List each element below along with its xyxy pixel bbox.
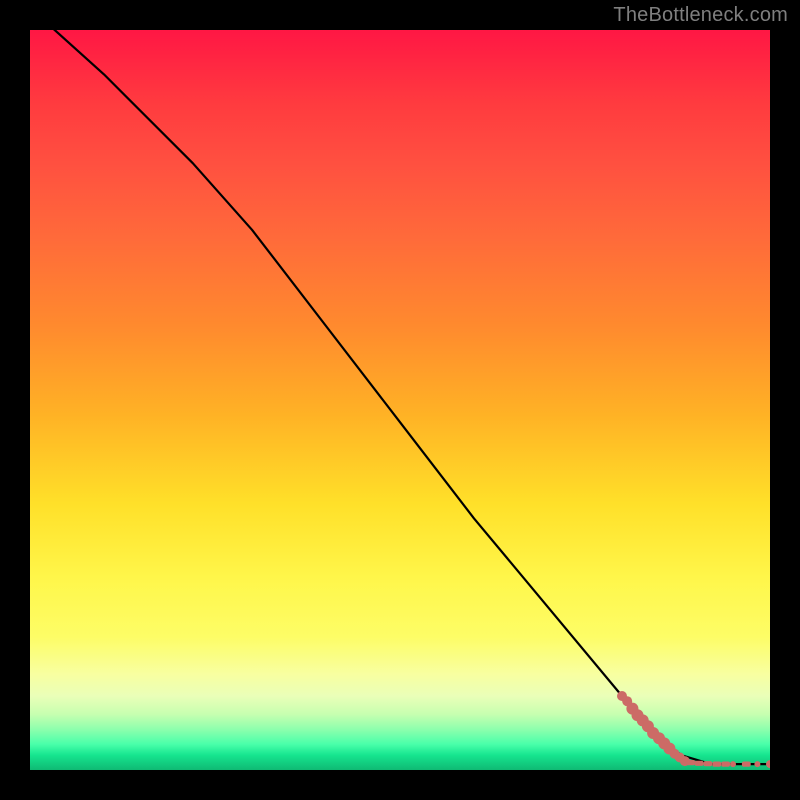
chart-dot [742,762,751,767]
chart-plot-area [30,30,770,770]
chart-dots-series [617,691,770,768]
chart-dot [695,761,704,766]
chart-svg [30,30,770,770]
chart-dot [703,761,712,766]
chart-dot [721,762,730,767]
watermark-text: TheBottleneck.com [613,4,788,27]
chart-dot [686,760,695,765]
chart-frame: TheBottleneck.com [0,0,800,800]
chart-dot [766,760,770,768]
chart-dot [754,761,760,767]
chart-line-series [30,30,770,764]
chart-dot [730,761,736,767]
chart-dot [712,762,721,767]
